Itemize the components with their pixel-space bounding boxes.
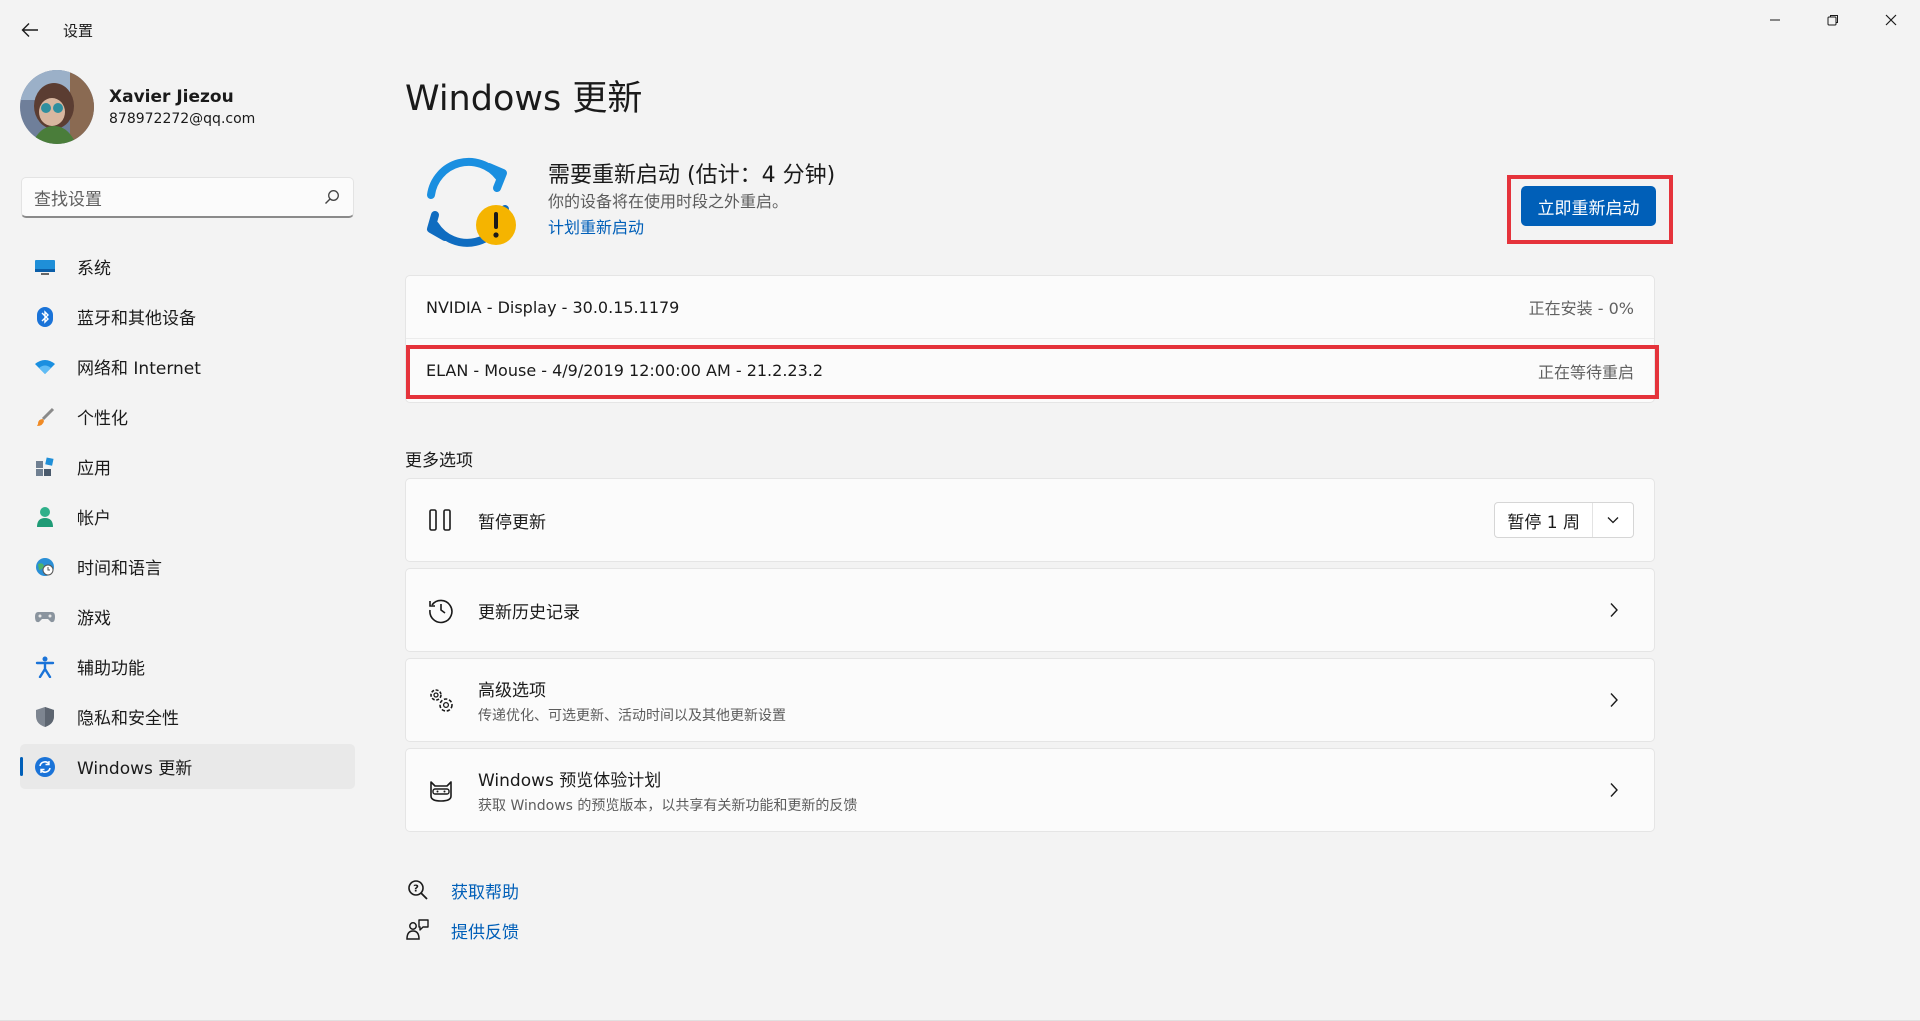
monitor-icon — [33, 255, 57, 279]
sidebar-item-label: 应用 — [77, 459, 111, 479]
more-options-heading: 更多选项 — [405, 451, 473, 471]
history-icon — [426, 595, 456, 625]
chevron-right-icon — [1604, 690, 1624, 710]
sidebar-item-personalization[interactable]: 个性化 — [20, 394, 355, 439]
pause-icon — [426, 505, 456, 535]
restart-required-icon — [413, 151, 525, 251]
sidebar-item-label: 隐私和安全性 — [77, 709, 179, 729]
sidebar-item-label: 辅助功能 — [77, 659, 145, 679]
profile-email: 878972272@qq.com — [109, 111, 256, 127]
gears-icon — [426, 685, 456, 715]
update-name: NVIDIA - Display - 30.0.15.1179 — [426, 297, 680, 317]
get-help-link[interactable]: ? 获取帮助 — [405, 870, 519, 910]
update-status: 正在安装 - 0% — [1528, 299, 1634, 318]
help-links: ? 获取帮助 提供反馈 — [405, 870, 519, 950]
accessibility-icon — [33, 655, 57, 679]
restart-required-subtitle: 你的设备将在使用时段之外重启。 — [548, 192, 789, 211]
sidebar-item-label: 帐户 — [77, 509, 111, 529]
chevron-right-icon — [1604, 780, 1624, 800]
close-button[interactable] — [1862, 0, 1920, 40]
pause-duration-value: 暂停 1 周 — [1495, 503, 1593, 537]
sidebar-item-gaming[interactable]: 游戏 — [20, 594, 355, 639]
sidebar-item-apps[interactable]: 应用 — [20, 444, 355, 489]
shield-icon — [33, 705, 57, 729]
user-profile[interactable]: Xavier Jiezou 878972272@qq.com — [20, 70, 255, 144]
sidebar-item-bluetooth[interactable]: 蓝牙和其他设备 — [20, 294, 355, 339]
sidebar-item-label: 个性化 — [77, 409, 128, 429]
give-feedback-label: 提供反馈 — [451, 922, 519, 943]
sidebar-item-network[interactable]: 网络和 Internet — [20, 344, 355, 389]
feedback-icon — [405, 917, 431, 943]
bluetooth-icon — [33, 305, 57, 329]
gamepad-icon — [33, 605, 57, 629]
avatar-picture — [20, 70, 94, 144]
sidebar-item-privacy-security[interactable]: 隐私和安全性 — [20, 694, 355, 739]
settings-window: 设置 Xavier Jiezou 878972272@qq.com 查找设置 系… — [0, 0, 1920, 1021]
search-placeholder: 查找设置 — [34, 189, 102, 210]
insider-program-description: 获取 Windows 的预览版本，以共享有关新功能和更新的反馈 — [478, 797, 858, 814]
help-chat-icon: ? — [405, 877, 431, 903]
update-icon — [33, 755, 57, 779]
search-input[interactable]: 查找设置 — [21, 177, 354, 218]
ninja-cat-icon — [426, 775, 456, 805]
give-feedback-link[interactable]: 提供反馈 — [405, 910, 519, 950]
sidebar-item-label: 蓝牙和其他设备 — [77, 309, 196, 329]
brush-icon — [33, 405, 57, 429]
back-button[interactable] — [14, 16, 46, 44]
sidebar-item-accounts[interactable]: 帐户 — [20, 494, 355, 539]
restore-icon — [1827, 15, 1838, 26]
globe-clock-icon — [33, 555, 57, 579]
pause-updates-card: 暂停更新 暂停 1 周 — [405, 478, 1655, 562]
restore-button[interactable] — [1804, 0, 1862, 40]
svg-text:?: ? — [413, 884, 419, 895]
update-history-card[interactable]: 更新历史记录 — [405, 568, 1655, 652]
profile-name: Xavier Jiezou — [109, 87, 234, 107]
highlight-box-restart-button — [1507, 175, 1673, 244]
advanced-options-label: 高级选项 — [478, 680, 546, 701]
back-arrow-icon — [21, 23, 38, 37]
app-title: 设置 — [63, 22, 94, 40]
advanced-options-description: 传递优化、可选更新、活动时间以及其他更新设置 — [478, 707, 786, 724]
sidebar-item-label: 时间和语言 — [77, 559, 162, 579]
highlight-box-elan-update — [406, 345, 1659, 399]
search-icon[interactable] — [323, 188, 341, 206]
update-history-label: 更新历史记录 — [478, 602, 580, 623]
sidebar-nav: 系统 蓝牙和其他设备 网络和 Internet 个性化 应用 帐户 时间和语言 … — [20, 244, 355, 794]
pause-updates-label: 暂停更新 — [478, 512, 546, 533]
sidebar-item-windows-update[interactable]: Windows 更新 — [20, 744, 355, 789]
window-controls — [1746, 0, 1920, 40]
insider-program-card[interactable]: Windows 预览体验计划 获取 Windows 的预览版本，以共享有关新功能… — [405, 748, 1655, 832]
sidebar-item-label: 系统 — [77, 259, 111, 279]
sidebar-item-label: 网络和 Internet — [77, 359, 201, 379]
advanced-options-card[interactable]: 高级选项 传递优化、可选更新、活动时间以及其他更新设置 — [405, 658, 1655, 742]
avatar — [20, 70, 94, 144]
sidebar-item-time-language[interactable]: 时间和语言 — [20, 544, 355, 589]
get-help-label: 获取帮助 — [451, 882, 519, 903]
person-icon — [33, 505, 57, 529]
pause-duration-select[interactable]: 暂停 1 周 — [1494, 502, 1634, 538]
page-title: Windows 更新 — [405, 79, 643, 119]
sidebar-item-label: Windows 更新 — [77, 759, 193, 779]
close-icon — [1885, 14, 1897, 26]
sidebar-item-label: 游戏 — [77, 609, 111, 629]
update-row: NVIDIA - Display - 30.0.15.1179 正在安装 - 0… — [406, 276, 1654, 339]
schedule-restart-link[interactable]: 计划重新启动 — [548, 214, 644, 238]
restart-required-title: 需要重新启动 (估计：4 分钟) — [548, 163, 836, 188]
sidebar-item-system[interactable]: 系统 — [20, 244, 355, 289]
title-bar: 设置 — [0, 0, 1920, 60]
chevron-right-icon — [1604, 600, 1624, 620]
minimize-icon — [1770, 19, 1780, 21]
apps-icon — [33, 455, 57, 479]
sidebar-item-accessibility[interactable]: 辅助功能 — [20, 644, 355, 689]
chevron-down-icon[interactable] — [1593, 503, 1633, 537]
minimize-button[interactable] — [1746, 0, 1804, 40]
update-status-area: 需要重新启动 (估计：4 分钟) 你的设备将在使用时段之外重启。 计划重新启动 … — [405, 145, 1656, 255]
insider-program-label: Windows 预览体验计划 — [478, 770, 662, 791]
wifi-icon — [33, 355, 57, 379]
